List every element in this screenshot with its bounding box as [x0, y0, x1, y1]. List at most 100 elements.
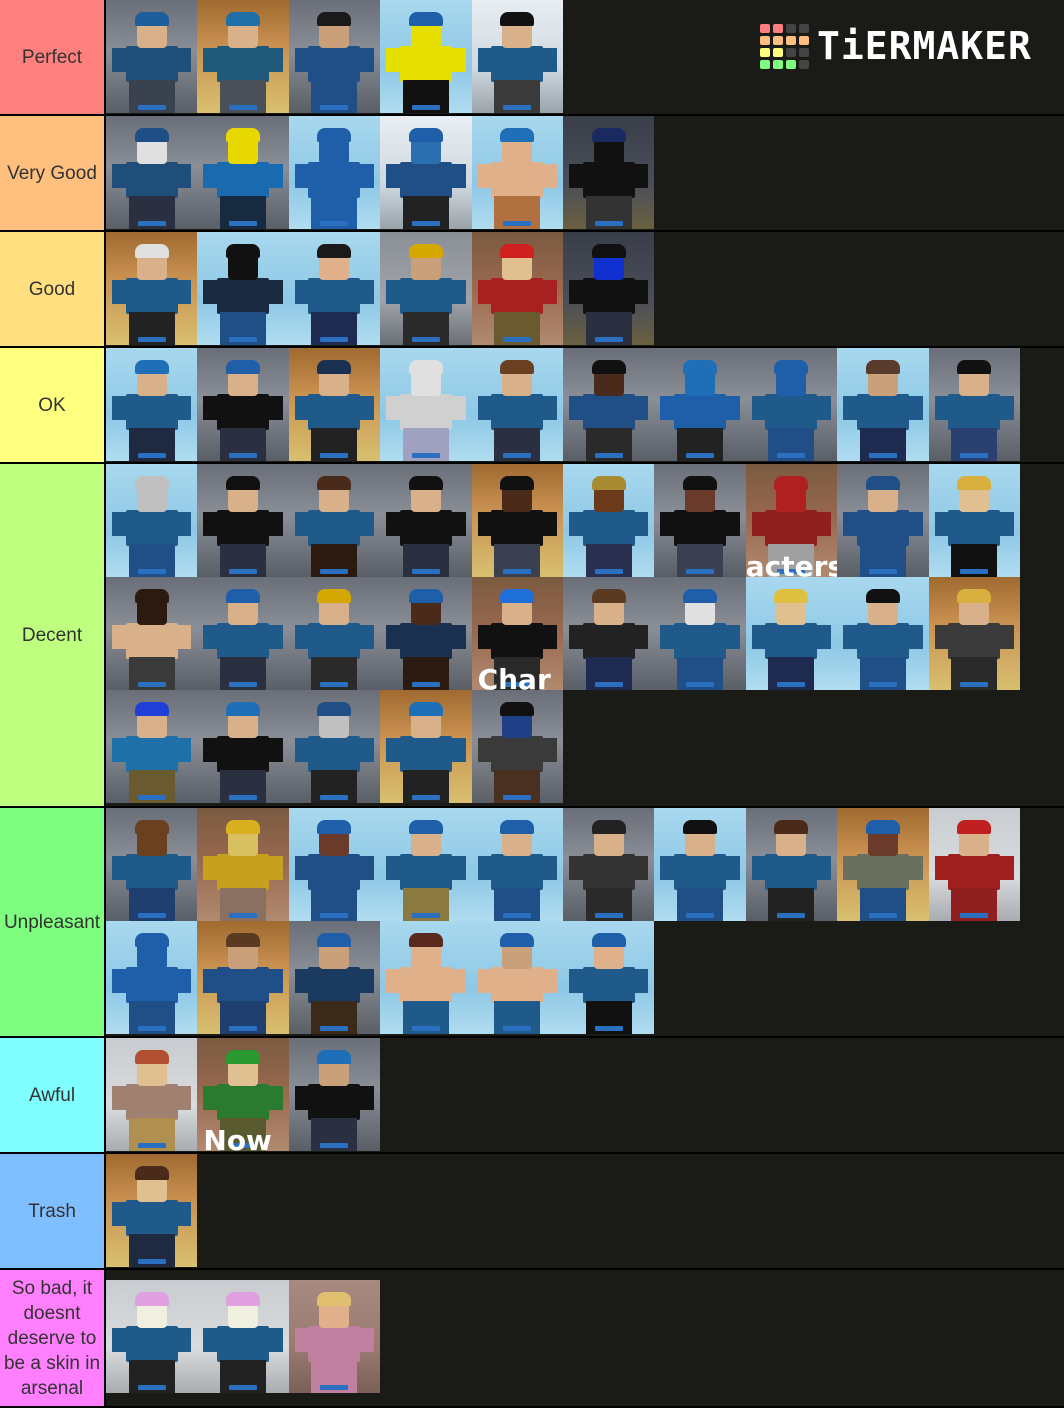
character-hat [500, 476, 535, 490]
character-tile-straw-hat-rifle[interactable] [562, 464, 655, 577]
character-tile-fedora-suit[interactable] [837, 464, 929, 577]
character-tile-long-hair-sunglasses[interactable] [928, 348, 1020, 461]
character-tile-rifle-soldier[interactable] [471, 348, 563, 461]
character-tile-hard-hat-poncho[interactable] [288, 921, 381, 1034]
character-torso [125, 1084, 178, 1120]
character-tile-blue-helmet-camera[interactable]: Char [471, 577, 563, 690]
character-torso [308, 46, 361, 82]
character-tile-swim-ring[interactable] [471, 116, 563, 229]
character-tile-headset-blonde[interactable] [928, 464, 1020, 577]
character-torso [125, 510, 178, 546]
character-tile-wizard-beard[interactable] [654, 577, 746, 690]
character-tile-bearded-suit[interactable] [288, 0, 381, 113]
character-tile-banana-shirtless[interactable] [380, 921, 472, 1034]
character-tile-hard-hat-dark[interactable] [380, 577, 472, 690]
character-tile-sunglasses-vest-dark[interactable] [654, 464, 746, 577]
character-tile-tactical-black-armor[interactable] [197, 232, 289, 345]
character-tile-cap-beard-hammer[interactable] [837, 348, 929, 461]
character-tile-mustache-cap[interactable] [471, 808, 563, 921]
character-tile-noob-grenade[interactable] [380, 0, 472, 113]
character-tile-eyepatch-beret[interactable] [380, 690, 472, 803]
character-tile-headband-tank[interactable] [562, 921, 655, 1034]
character-tile-beanie-beard-vest[interactable] [288, 1038, 381, 1151]
character-tile-noob-smile[interactable] [197, 116, 289, 229]
character-tile-king-crown-beard[interactable] [380, 232, 472, 345]
character-tile-beret-vest[interactable] [197, 348, 289, 461]
character-tile-hooded-vest-dark[interactable] [471, 464, 563, 577]
character-tile-blue-visor-mask[interactable] [562, 232, 655, 345]
character-tile-crown-girl[interactable] [288, 577, 381, 690]
tiermaker-wordmark: TiERMAKER [817, 24, 1032, 68]
tier-label[interactable]: Decent [0, 464, 106, 806]
character-hat [226, 12, 261, 26]
logo-grid-cell [760, 35, 770, 45]
character-tile-roblox-shirt-helmet[interactable] [471, 232, 563, 345]
character-hat [683, 820, 718, 834]
character-tile-sunglasses-rifle-coat[interactable] [837, 577, 929, 690]
character-tile-red-hood-megaphone[interactable] [928, 808, 1020, 921]
tier-label[interactable]: Good [0, 232, 106, 346]
character-tile-chef-gold[interactable] [197, 808, 289, 921]
character-tile-headset-gun-blonde[interactable] [928, 577, 1020, 690]
character-tile-hoodie-brown-hair[interactable] [745, 808, 838, 921]
character-tile-beanie-shotgun[interactable] [380, 808, 472, 921]
tier-label[interactable]: Trash [0, 1154, 106, 1268]
character-tile-newspaper-robot[interactable] [380, 348, 472, 461]
character-tile-alien-coat[interactable] [106, 464, 198, 577]
character-tile-claw-blonde[interactable] [745, 577, 838, 690]
character-tile-ski-mask-tank[interactable] [654, 348, 746, 461]
toggle-team-badge [137, 1143, 166, 1148]
tier-label[interactable]: Very Good [0, 116, 106, 230]
character-tile-full-hood-ninja[interactable] [745, 348, 838, 461]
character-tile-pink-hair-uniform-1[interactable] [106, 1280, 198, 1393]
toggle-team-badge [868, 682, 897, 687]
character-tile-bandana-hat-split[interactable] [380, 116, 472, 229]
character-tile-eyepatch-suspenders[interactable] [197, 921, 289, 1034]
character-tile-pink-hair-uniform-2[interactable] [197, 1280, 289, 1393]
tier-label[interactable]: Unpleasant [0, 808, 106, 1036]
character-tile-cowboy-vest[interactable] [562, 808, 655, 921]
character-tile-blue-beanie-default[interactable] [106, 0, 198, 113]
character-tile-skull-mask-hoodie[interactable] [106, 116, 198, 229]
toggle-team-badge [411, 105, 440, 110]
character-tile-headset-vest-1[interactable] [197, 464, 289, 577]
character-tile-spartan-characters[interactable]: acters [745, 464, 838, 577]
tier-label[interactable]: Perfect [0, 0, 106, 114]
character-tile-bearded-lumberjack[interactable] [106, 808, 198, 921]
character-tile-beanie-rifle-beard[interactable] [106, 348, 198, 461]
character-tile-witch-hat-poncho[interactable] [837, 808, 929, 921]
character-tile-brick-wall[interactable] [288, 116, 381, 229]
character-tile-pirate-hat-coat[interactable] [197, 577, 289, 690]
character-tile-police-cap[interactable] [288, 348, 381, 461]
character-tile-blue-hood-pistol[interactable] [106, 921, 198, 1034]
character-tile-shirtless-sunglasses[interactable] [471, 921, 563, 1034]
character-tile-firefighter[interactable] [288, 808, 381, 921]
tier-items [106, 1270, 1064, 1406]
character-tile-blonde-pink-dress[interactable] [288, 1280, 381, 1393]
character-hat [317, 476, 352, 490]
character-tile-x-strap-outfit[interactable] [288, 464, 381, 577]
character-tile-top-hat-masked[interactable] [654, 808, 746, 921]
character-tile-blue-hair-smile[interactable] [106, 690, 198, 803]
character-torso [765, 394, 818, 430]
character-torso [856, 623, 909, 659]
character-tile-bowler-hat-suit[interactable] [562, 348, 655, 461]
character-tile-headphones-hoodie[interactable] [106, 1154, 198, 1267]
character-tile-balaclava-gun[interactable] [106, 577, 198, 690]
character-tile-brown-hair-jacket[interactable] [562, 577, 655, 690]
character-tile-headset-vest-2[interactable] [380, 464, 472, 577]
character-tile-white-helmet-visor[interactable] [106, 232, 198, 345]
character-tile-lightsaber-mask[interactable] [288, 232, 381, 345]
character-tile-cowgirl-bandana[interactable] [471, 690, 563, 803]
character-tile-beanie-sunglasses[interactable] [197, 0, 289, 113]
tier-label[interactable]: Awful [0, 1038, 106, 1152]
toggle-team-badge [320, 569, 349, 574]
tier-label[interactable]: OK [0, 348, 106, 462]
character-tile-green-cap-racket[interactable]: Now [197, 1038, 289, 1151]
tier-label[interactable]: So bad, it doesnt deserve to be a skin i… [0, 1270, 106, 1406]
character-tile-teeth-mask-hood[interactable] [288, 690, 381, 803]
character-tile-megaphone-sweater[interactable] [106, 1038, 198, 1151]
character-tile-agent-pistol[interactable] [471, 0, 563, 113]
character-tile-beanie-vest-smirk[interactable] [197, 690, 289, 803]
character-tile-goggles-helmet-black[interactable] [562, 116, 655, 229]
